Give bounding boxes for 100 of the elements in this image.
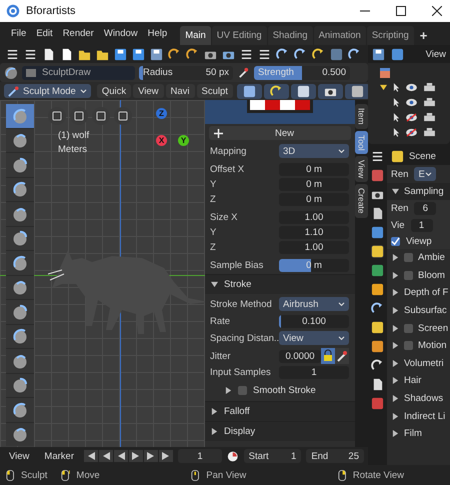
disclosure-triangle-icon[interactable] <box>225 386 232 394</box>
menu-item[interactable]: Render <box>58 28 99 45</box>
refresh-icon[interactable] <box>348 48 361 60</box>
disclosure-triangle-icon[interactable] <box>392 188 399 195</box>
disclosure-triangle-icon[interactable] <box>211 408 218 415</box>
number-field[interactable]: 1 <box>279 366 349 378</box>
brush-tool-button[interactable] <box>6 374 34 397</box>
end-frame-field[interactable]: End 25 <box>306 449 364 463</box>
menu-item[interactable]: Sculpt <box>196 84 233 98</box>
skip-end-icon[interactable] <box>158 450 173 462</box>
menu-item[interactable]: Marker <box>39 449 79 463</box>
eye-hidden-icon[interactable] <box>405 128 418 137</box>
axis-gizmo-handle[interactable]: Z <box>156 108 167 119</box>
disclosure-triangle-icon[interactable] <box>392 254 399 262</box>
sidebar-tab[interactable]: Create <box>355 184 368 218</box>
panel-header[interactable]: Bloom <box>387 266 450 284</box>
brush-tool-button[interactable] <box>6 251 34 274</box>
panel-header[interactable]: Film <box>387 424 450 443</box>
dropdown[interactable]: Airbrush <box>279 297 349 311</box>
slider-field[interactable]: 0 m <box>279 258 349 272</box>
panel-header[interactable]: Display <box>205 421 355 441</box>
panel-header[interactable]: Sampling <box>387 183 450 200</box>
panel-header[interactable]: Stroke <box>205 274 355 294</box>
new-texture-button[interactable]: New <box>209 126 351 140</box>
menu-icon[interactable] <box>240 48 253 60</box>
menu-item[interactable]: File <box>6 28 32 45</box>
number-field[interactable]: 1 <box>410 219 433 232</box>
rotate-icon[interactable] <box>276 48 289 60</box>
disclosure-triangle-icon[interactable] <box>392 342 399 350</box>
brush-tool-button[interactable] <box>6 178 34 201</box>
collection-icon[interactable] <box>380 68 390 78</box>
disclosure-triangle-icon[interactable] <box>392 307 399 314</box>
panel-header[interactable]: Indirect Li <box>387 407 450 425</box>
brush-name-field[interactable]: SculptDraw <box>22 66 135 80</box>
dropdown[interactable]: View <box>279 331 349 345</box>
workspace-tab[interactable]: UV Editing <box>212 26 267 45</box>
maximize-icon[interactable] <box>396 6 406 16</box>
number-field[interactable]: 1.00 <box>279 240 349 254</box>
workspace-tab[interactable]: Shading <box>268 26 313 45</box>
new-file-icon[interactable] <box>42 48 55 60</box>
current-frame-field[interactable]: 1 <box>178 449 222 463</box>
clock-icon[interactable] <box>227 450 239 462</box>
eyedropper-icon[interactable] <box>237 66 250 79</box>
disclosure-triangle-icon[interactable] <box>392 377 399 384</box>
checkbox[interactable] <box>404 253 413 262</box>
checkbox[interactable] <box>404 270 413 280</box>
file-icon[interactable] <box>60 48 73 60</box>
mode-dropdown[interactable]: Sculpt Mode <box>4 84 91 98</box>
number-field[interactable]: 6 <box>414 202 436 215</box>
rewind-icon[interactable] <box>98 450 113 462</box>
workspace-tab[interactable]: Scripting <box>366 26 414 45</box>
disclosure-triangle-icon[interactable] <box>392 430 399 438</box>
disclosure-triangle-icon[interactable] <box>211 428 218 435</box>
sidebar-tab[interactable]: View <box>355 156 368 182</box>
menu-item[interactable]: Edit <box>31 28 58 45</box>
save-icon[interactable] <box>114 48 127 60</box>
menu-item[interactable]: View <box>133 84 164 98</box>
brush-tool-button[interactable] <box>6 300 34 324</box>
menu-item[interactable]: Window <box>98 28 143 45</box>
rotate-icon[interactable] <box>294 48 307 60</box>
sidebar-tab[interactable]: Item <box>355 104 368 129</box>
brush-tool-button[interactable] <box>6 349 34 372</box>
disclosure-triangle-icon[interactable] <box>392 289 399 296</box>
panel-header[interactable]: Shadows <box>387 390 450 408</box>
fast-forward-icon[interactable] <box>144 450 158 462</box>
eye-icon[interactable] <box>405 98 418 107</box>
brush-tool-button[interactable] <box>6 128 34 152</box>
checkbox[interactable] <box>391 237 400 246</box>
start-frame-field[interactable]: Start 1 <box>244 449 302 463</box>
menu-item[interactable]: Quick <box>96 84 132 98</box>
number-field[interactable]: 0.0000 <box>279 350 321 362</box>
workspace-tab[interactable]: Main <box>180 26 211 45</box>
axis-gizmo-handle[interactable]: X <box>156 135 167 146</box>
undo-icon[interactable] <box>168 48 181 60</box>
brush-tool-button[interactable] <box>6 226 34 250</box>
eye-hidden-icon[interactable] <box>405 113 418 122</box>
disclosure-triangle-icon[interactable] <box>392 412 399 420</box>
outliner-icon[interactable] <box>371 150 384 163</box>
disclosure-triangle-icon[interactable] <box>392 395 399 402</box>
slider-field[interactable]: Strength 0.500 <box>254 66 350 80</box>
checkbox[interactable] <box>404 341 413 350</box>
slider-field[interactable]: 0.100 <box>279 314 349 328</box>
number-field[interactable]: 0 m <box>279 178 349 190</box>
menu-item[interactable]: Help <box>142 28 172 45</box>
panel-header[interactable]: Screen <box>387 319 450 337</box>
panel-header[interactable]: Motion <box>387 336 450 355</box>
brush-tool-button[interactable] <box>6 276 34 299</box>
curve-icon[interactable] <box>270 84 283 98</box>
disclosure-triangle-icon[interactable] <box>392 272 399 279</box>
skip-start-icon[interactable] <box>84 450 98 462</box>
add-workspace-button[interactable]: + <box>414 26 432 45</box>
disclosure-triangle-icon[interactable] <box>211 281 218 288</box>
brush-tool-button[interactable] <box>6 202 34 226</box>
axis-gizmo-handle[interactable]: Y <box>178 135 189 146</box>
panel-header[interactable]: Falloff <box>205 401 355 421</box>
workspace-tab[interactable]: Animation <box>314 26 366 45</box>
dropdown[interactable]: 3D <box>279 144 349 158</box>
brush-tool-button[interactable] <box>6 324 34 348</box>
redo-icon[interactable] <box>186 48 199 60</box>
close-icon[interactable] <box>432 6 442 16</box>
